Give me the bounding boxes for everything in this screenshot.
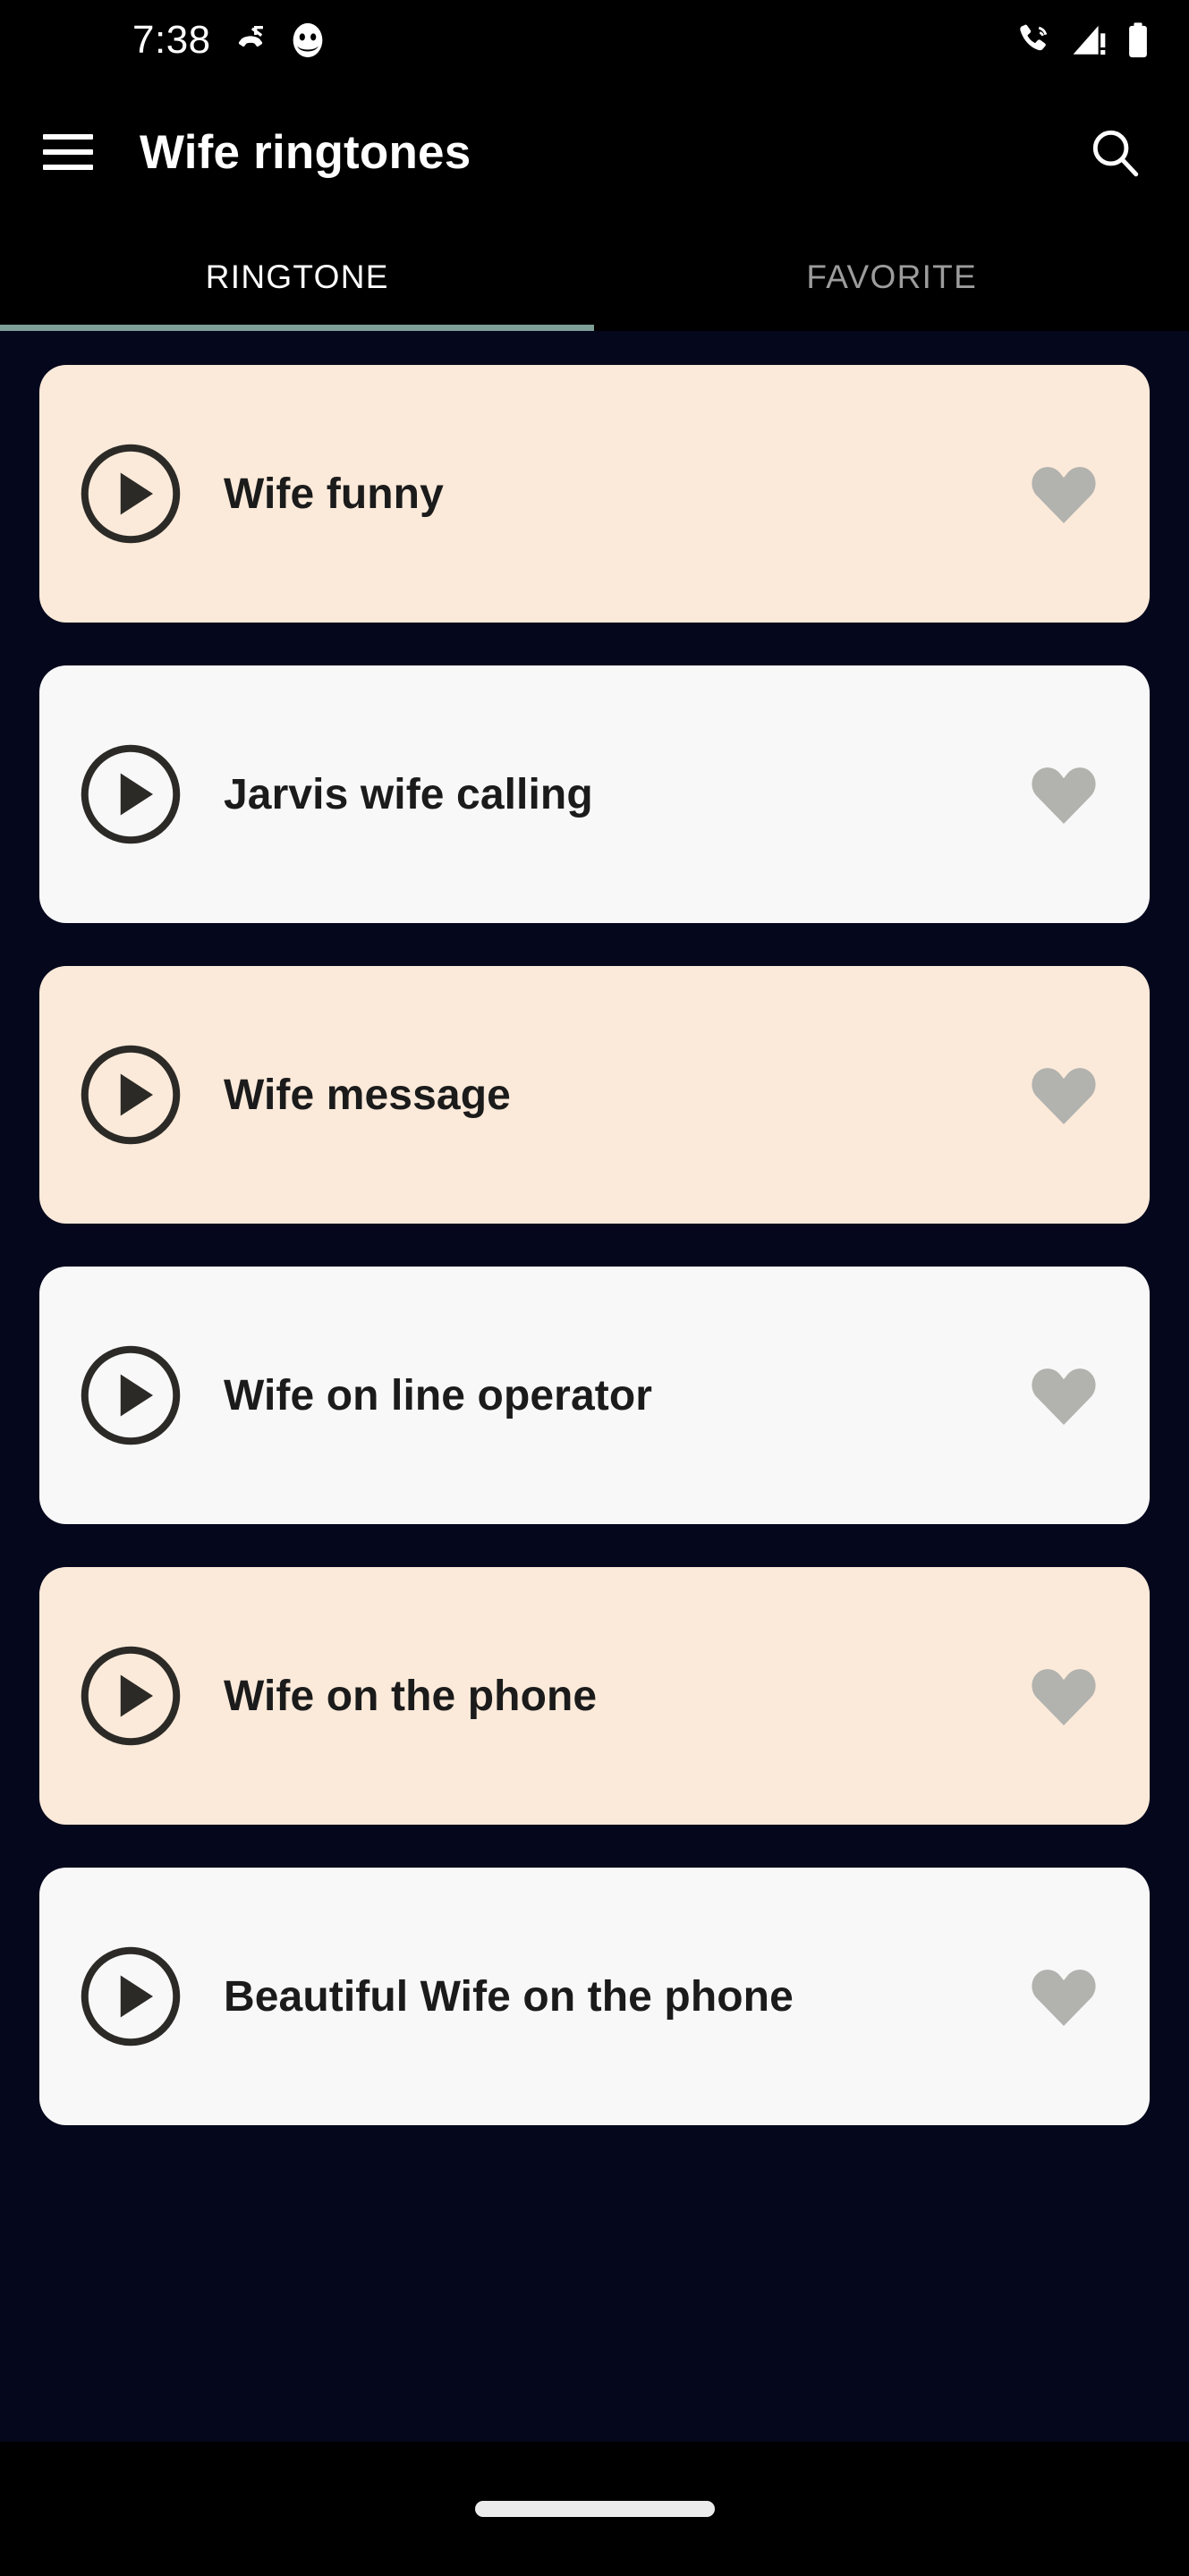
hamburger-menu-icon[interactable] <box>43 124 98 180</box>
ringtone-item[interactable]: Wife on line operator <box>39 1267 1150 1524</box>
status-bar-left: 7:38 <box>0 21 326 60</box>
play-circle-icon[interactable] <box>73 1639 188 1753</box>
heart-icon[interactable] <box>1021 1352 1107 1438</box>
ringtone-title: Wife on the phone <box>224 1672 598 1720</box>
ringtone-title: Beautiful Wife on the phone <box>224 1972 794 2021</box>
ringtone-title: Jarvis wife calling <box>224 770 593 818</box>
ringtone-title: Wife funny <box>224 470 444 518</box>
tab-ringtone-label: RINGTONE <box>205 258 389 295</box>
search-icon[interactable] <box>1083 121 1146 183</box>
phone-screen: 7:38 Wife ringtones RINGTONE FAVORITE Wi… <box>0 0 1189 2576</box>
ringtone-title: Wife message <box>224 1071 511 1119</box>
app-notification-icon <box>293 22 323 58</box>
missed-call-icon <box>238 26 263 47</box>
play-circle-icon[interactable] <box>73 1038 188 1152</box>
play-circle-icon[interactable] <box>73 737 188 852</box>
call-ring-icon <box>1020 24 1048 51</box>
cellular-signal-warning-icon <box>1073 25 1106 55</box>
tab-active-indicator <box>0 325 594 331</box>
ringtone-item[interactable]: Jarvis wife calling <box>39 665 1150 923</box>
heart-icon[interactable] <box>1021 1953 1107 2039</box>
page-title: Wife ringtones <box>140 125 471 179</box>
status-clock: 7:38 <box>132 18 211 62</box>
battery-full-icon <box>1129 22 1147 58</box>
ringtone-list: Wife funny Jarvis wife calling Wife mess… <box>0 331 1189 2442</box>
heart-icon[interactable] <box>1021 1052 1107 1138</box>
ringtone-item[interactable]: Wife message <box>39 966 1150 1224</box>
ringtone-item[interactable]: Wife on the phone <box>39 1567 1150 1825</box>
ringtone-item[interactable]: Wife funny <box>39 365 1150 623</box>
play-circle-icon[interactable] <box>73 436 188 551</box>
play-circle-icon[interactable] <box>73 1338 188 1453</box>
tab-ringtone[interactable]: RINGTONE <box>0 224 595 331</box>
heart-icon[interactable] <box>1021 451 1107 537</box>
tab-favorite-label: FAVORITE <box>806 258 978 295</box>
heart-icon[interactable] <box>1021 1653 1107 1739</box>
home-gesture-pill[interactable] <box>474 2501 715 2517</box>
heart-icon[interactable] <box>1021 751 1107 837</box>
ringtone-title: Wife on line operator <box>224 1371 653 1419</box>
status-bar: 7:38 <box>0 0 1189 80</box>
tab-favorite[interactable]: FAVORITE <box>595 224 1189 331</box>
tab-bar: RINGTONE FAVORITE <box>0 224 1189 331</box>
ringtone-item[interactable]: Beautiful Wife on the phone <box>39 1868 1150 2125</box>
system-navigation-bar <box>0 2442 1189 2576</box>
play-circle-icon[interactable] <box>73 1939 188 2054</box>
app-bar: Wife ringtones <box>0 80 1189 224</box>
status-bar-right <box>1014 21 1151 60</box>
